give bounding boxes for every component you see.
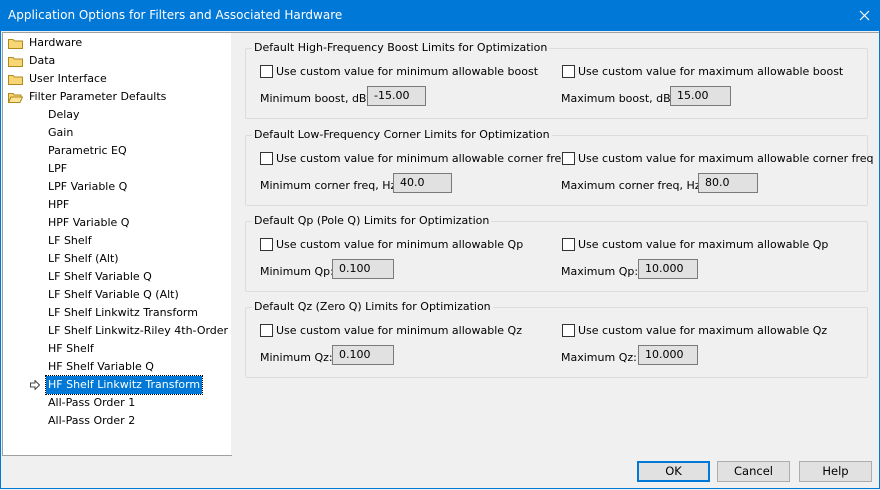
- min-qz-label: Minimum Qz:: [260, 351, 333, 364]
- tree-item-label: Delay: [48, 108, 80, 121]
- max-corner-field[interactable]: 80.0: [698, 173, 758, 193]
- folder-open-icon: [8, 93, 23, 103]
- group-lf-corner-limits: Default Low-Frequency Corner Limits for …: [245, 128, 874, 206]
- folder-icon: [8, 57, 23, 67]
- max-boost-field[interactable]: 15.00: [670, 86, 731, 106]
- tree-item-label: LF Shelf Variable Q: [48, 270, 152, 283]
- checkbox-label: Use custom value for minimum allowable c…: [276, 152, 569, 165]
- max-corner-label: Maximum corner freq, Hz:: [561, 179, 705, 192]
- close-button[interactable]: [849, 0, 880, 31]
- tree-item-label: HF Shelf: [48, 342, 94, 355]
- folder-icon: [8, 39, 23, 49]
- checkbox-label: Use custom value for minimum allowable Q…: [276, 238, 524, 251]
- checkbox-box[interactable]: [260, 152, 273, 165]
- tree-item-label: All-Pass Order 2: [48, 414, 136, 427]
- tree-item-label: HPF Variable Q: [48, 216, 130, 229]
- title-bar: Application Options for Filters and Asso…: [0, 0, 880, 31]
- tree-item-label: LF Shelf: [48, 234, 92, 247]
- options-panel: Default High-Frequency Boost Limits for …: [231, 32, 879, 455]
- checkbox-box[interactable]: [260, 65, 273, 78]
- min-qp-field[interactable]: 0.100: [332, 259, 394, 279]
- tree-item-label: LPF: [48, 162, 68, 175]
- tree-item-label: LF Shelf Variable Q (Alt): [48, 288, 179, 301]
- group-hf-boost-limits: Default High-Frequency Boost Limits for …: [245, 41, 868, 119]
- checkbox-label: Use custom value for minimum allowable b…: [276, 65, 539, 78]
- checkbox-label: Use custom value for minimum allowable Q…: [276, 324, 522, 337]
- group-title: Default Low-Frequency Corner Limits for …: [252, 128, 552, 141]
- min-boost-field[interactable]: -15.00: [367, 86, 426, 106]
- max-qz-label: Maximum Qz:: [561, 351, 637, 364]
- max-qp-field[interactable]: 10.000: [638, 259, 698, 279]
- group-title: Default High-Frequency Boost Limits for …: [252, 41, 550, 54]
- cancel-button[interactable]: Cancel: [717, 461, 790, 482]
- ok-button[interactable]: OK: [637, 461, 710, 482]
- min-corner-field[interactable]: 40.0: [393, 173, 452, 193]
- group-qz-limits: Default Qz (Zero Q) Limits for Optimizat…: [245, 300, 868, 378]
- tree-folder-label: Filter Parameter Defaults: [29, 90, 167, 103]
- help-button[interactable]: Help: [799, 461, 872, 482]
- checkbox-box[interactable]: [562, 324, 575, 337]
- window-title: Application Options for Filters and Asso…: [8, 8, 343, 22]
- tree-item-label: LF Shelf Linkwitz Transform: [48, 306, 198, 319]
- checkbox-label: Use custom value for maximum allowable Q…: [578, 238, 829, 251]
- tree-folder-label: User Interface: [29, 72, 107, 85]
- arrow-right-icon: [30, 380, 40, 390]
- checkbox-label: Use custom value for maximum allowable c…: [578, 152, 874, 165]
- tree-folder-label: Hardware: [29, 36, 83, 49]
- max-qp-label: Maximum Qp:: [561, 265, 639, 278]
- checkbox-box[interactable]: [562, 152, 575, 165]
- checkbox-box[interactable]: [260, 324, 273, 337]
- tree-item-label: Gain: [48, 126, 74, 139]
- close-icon: [859, 10, 870, 21]
- checkbox-box[interactable]: [562, 65, 575, 78]
- checkbox-box[interactable]: [562, 238, 575, 251]
- tree-item-label: All-Pass Order 1: [48, 396, 136, 409]
- tree-item-label: LF Shelf (Alt): [48, 252, 119, 265]
- folder-icon: [8, 75, 23, 85]
- checkbox-box[interactable]: [260, 238, 273, 251]
- min-qz-field[interactable]: 0.100: [332, 345, 394, 365]
- tree-item-label: Parametric EQ: [48, 144, 127, 157]
- tree-item-label: HPF: [48, 198, 70, 211]
- checkbox-label: Use custom value for maximum allowable b…: [578, 65, 844, 78]
- tree-item-label: LF Shelf Linkwitz-Riley 4th-Order: [48, 324, 229, 337]
- tree-item-label: HF Shelf Variable Q: [48, 360, 154, 373]
- tree-item-label: HF Shelf Linkwitz Transform: [44, 375, 204, 395]
- group-title: Default Qp (Pole Q) Limits for Optimizat…: [252, 214, 492, 227]
- checkbox-label: Use custom value for maximum allowable Q…: [578, 324, 828, 337]
- group-qp-limits: Default Qp (Pole Q) Limits for Optimizat…: [245, 214, 868, 292]
- group-title: Default Qz (Zero Q) Limits for Optimizat…: [252, 300, 493, 313]
- max-boost-label: Maximum boost, dB:: [561, 92, 675, 105]
- min-boost-label: Minimum boost, dB:: [260, 92, 371, 105]
- tree-item-label: LPF Variable Q: [48, 180, 128, 193]
- tree-folder-label: Data: [29, 54, 56, 67]
- options-tree[interactable]: Hardware Data User Interface Filter Para…: [2, 32, 232, 456]
- min-corner-label: Minimum corner freq, Hz:: [260, 179, 400, 192]
- min-qp-label: Minimum Qp:: [260, 265, 334, 278]
- max-qz-field[interactable]: 10.000: [638, 345, 698, 365]
